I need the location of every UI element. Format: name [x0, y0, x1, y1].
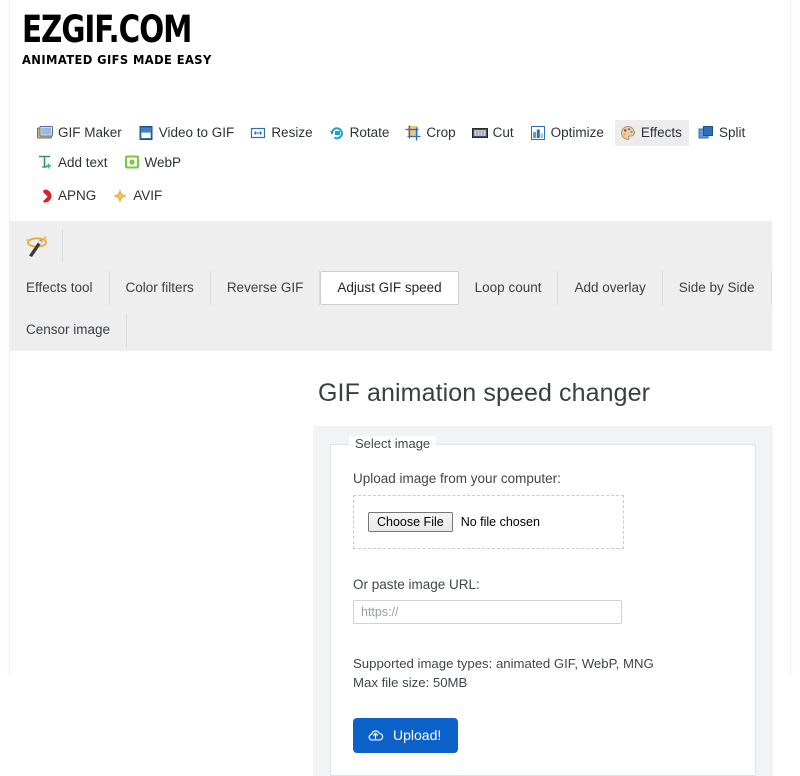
gif-maker-icon: [37, 125, 53, 141]
subtab-side-by-side[interactable]: Side by Side: [663, 270, 772, 305]
nav-item-avif[interactable]: AVIF: [107, 183, 169, 209]
select-image-fieldset: Select image Upload image from your comp…: [330, 435, 756, 776]
file-dropzone[interactable]: Choose File No file chosen: [353, 494, 624, 549]
subtab-effects-tool[interactable]: Effects tool: [10, 270, 110, 305]
subtab-label: Side by Side: [678, 280, 755, 296]
main-nav-row: GIF Maker Video to GIF Resize Rotate Crop Cut…: [32, 120, 790, 209]
nav-item-optimize[interactable]: Optimize: [525, 120, 611, 146]
url-label: Or paste image URL:: [353, 576, 480, 592]
nav-item-rotate[interactable]: Rotate: [324, 120, 397, 146]
nav-item-effects[interactable]: Effects: [614, 120, 689, 146]
subtab-loop-count[interactable]: Loop count: [459, 270, 559, 305]
effects-icon: [620, 125, 636, 141]
add-text-icon: [37, 154, 53, 170]
upload-label: Upload image from your computer:: [353, 470, 561, 486]
nav-item-label: WebP: [144, 154, 182, 170]
logo-tagline: ANIMATED GIFS MADE EASY: [22, 52, 212, 68]
site-logo[interactable]: EZGIF.COM ANIMATED GIFS MADE EASY: [22, 0, 242, 68]
subtab-color-filters[interactable]: Color filters: [110, 270, 211, 305]
optimize-icon: [530, 125, 546, 141]
subtab-censor-image[interactable]: Censor image: [10, 312, 128, 347]
cloud-upload-icon: [367, 727, 384, 744]
nav-item-gif-maker[interactable]: GIF Maker: [32, 120, 129, 146]
file-input[interactable]: Choose File No file chosen: [368, 511, 540, 532]
nav-item-label: Resize: [271, 125, 313, 140]
nav-item-add-text[interactable]: Add text: [32, 150, 115, 176]
upload-panel-outer: Select image Upload image from your comp…: [313, 425, 773, 776]
nav-item-video-to-gif[interactable]: Video to GIF: [133, 120, 242, 146]
avif-icon: [112, 188, 128, 204]
subtab-reverse-gif[interactable]: Reverse GIF: [211, 270, 321, 305]
page-gutter-left: [0, 0, 10, 673]
subtab-label: Add overlay: [574, 280, 646, 296]
nav-item-cut[interactable]: Cut: [467, 120, 521, 146]
crop-icon: [405, 125, 421, 141]
subtab-label: Adjust GIF speed: [337, 280, 442, 296]
effects-subnav: Effects tool Color filters Reverse GIF Adju…: [10, 220, 772, 351]
magic-wand-icon: [10, 228, 63, 263]
upload-button-label: Upload!: [393, 727, 442, 744]
nav-item-label: GIF Maker: [58, 125, 122, 140]
subtab-adjust-gif-speed[interactable]: Adjust GIF speed: [320, 270, 459, 305]
subtab-add-overlay[interactable]: Add overlay: [558, 270, 663, 305]
subnav-tab-list: Effects tool Color filters Reverse GIF Adju…: [10, 267, 772, 351]
subtab-label: Censor image: [26, 322, 111, 338]
nav-item-label: Effects: [640, 125, 682, 140]
nav-item-split[interactable]: Split: [693, 120, 752, 146]
cut-icon: [471, 125, 488, 141]
page-gutter-right: [790, 0, 800, 673]
page-wrapper: EZGIF.COM ANIMATED GIFS MADE EASY GIF Ma…: [10, 0, 790, 776]
nav-item-label: Crop: [426, 125, 456, 140]
webp-icon: [124, 154, 140, 170]
max-size-line: Max file size: 50MB: [353, 674, 468, 690]
resize-icon: [250, 125, 266, 141]
subtab-label: Loop count: [474, 280, 542, 296]
image-url-input[interactable]: [353, 599, 622, 624]
page-title: GIF animation speed changer: [318, 378, 651, 407]
upload-button[interactable]: Upload!: [353, 717, 459, 753]
nav-item-label: Optimize: [550, 125, 604, 140]
subtab-label: Color filters: [125, 280, 194, 296]
nav-item-label: Cut: [492, 125, 514, 140]
split-icon: [698, 125, 714, 141]
nav-item-apng[interactable]: APNG: [32, 183, 103, 209]
nav-item-label: Rotate: [349, 125, 390, 140]
logo-title: EZGIF.COM: [22, 6, 192, 52]
choose-file-button[interactable]: Choose File: [368, 511, 453, 532]
nav-item-label: AVIF: [133, 188, 163, 204]
nav-item-label: Split: [718, 125, 746, 140]
apng-icon: [37, 188, 53, 204]
subtab-label: Reverse GIF: [226, 280, 304, 296]
fieldset-legend: Select image: [349, 435, 437, 451]
nav-item-resize[interactable]: Resize: [245, 120, 319, 146]
nav-item-crop[interactable]: Crop: [400, 120, 462, 146]
nav-item-label: APNG: [58, 188, 97, 204]
file-status-text: No file chosen: [460, 514, 540, 529]
nav-item-label: Video to GIF: [158, 125, 235, 140]
supported-types-line: Supported image types: animated GIF, Web…: [353, 655, 654, 671]
main-content: GIF animation speed changer Select image…: [10, 351, 790, 776]
rotate-icon: [329, 125, 345, 141]
nav-item-label: Add text: [58, 154, 108, 170]
subtab-label: Effects tool: [26, 280, 93, 296]
main-navigation: GIF Maker Video to GIF Resize Rotate Crop Cut…: [10, 120, 790, 209]
video-to-gif-icon: [138, 125, 154, 141]
site-header: EZGIF.COM ANIMATED GIFS MADE EASY: [10, 0, 790, 120]
nav-item-webp[interactable]: WebP: [119, 150, 189, 176]
